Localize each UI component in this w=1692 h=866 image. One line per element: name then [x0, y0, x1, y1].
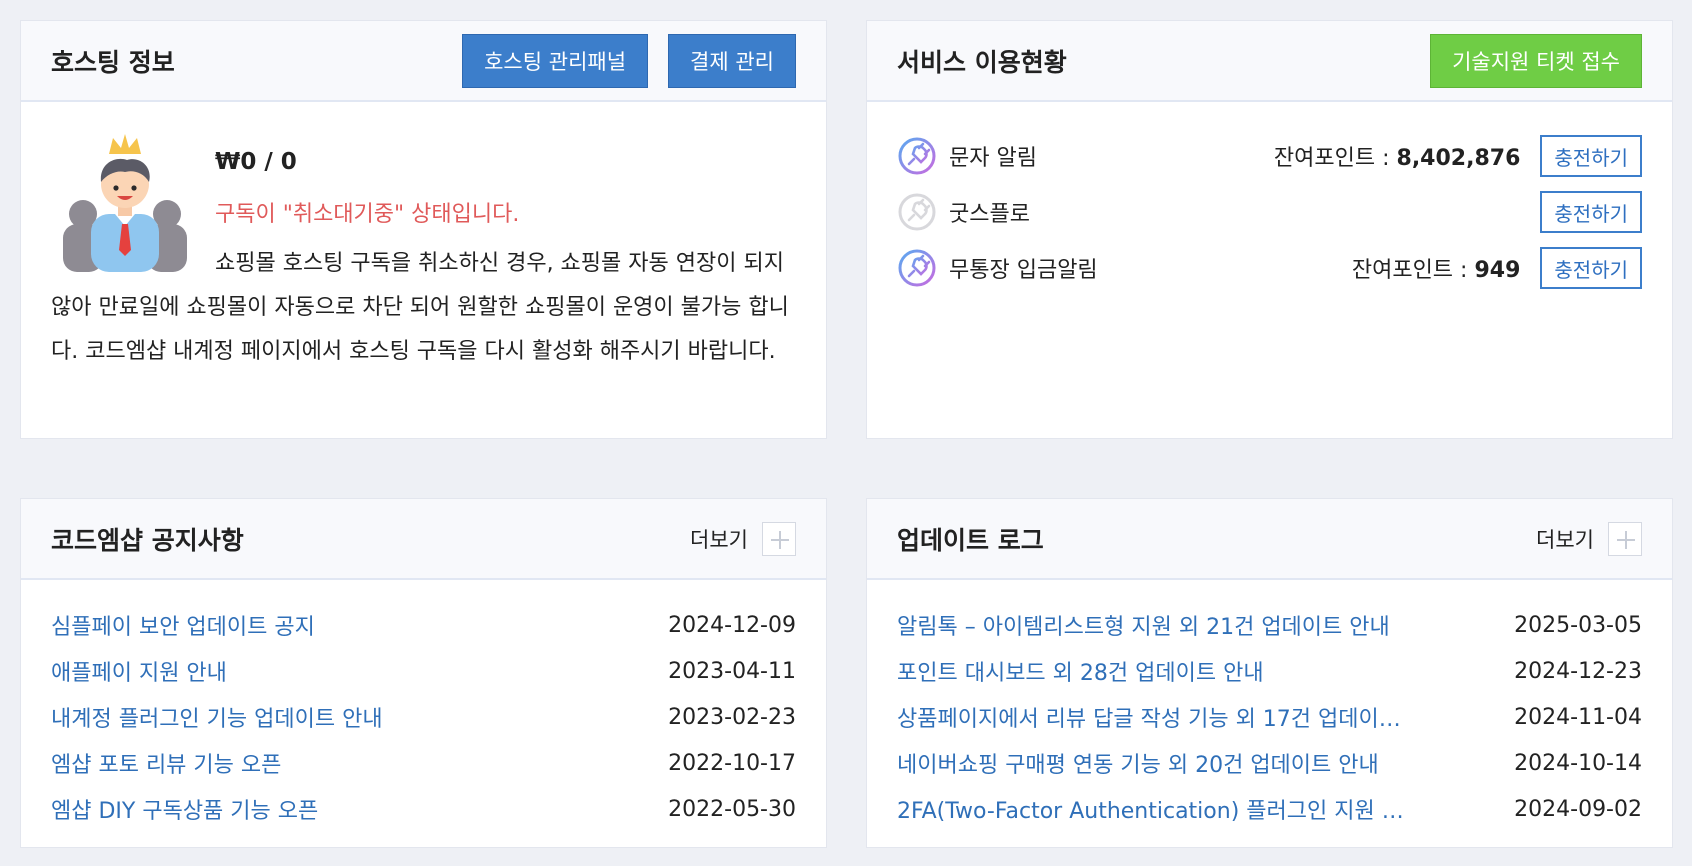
- notice-date: 2022-05-30: [668, 796, 796, 822]
- hosting-info-header: 호스팅 정보 호스팅 관리패널 결제 관리: [21, 21, 826, 102]
- update-link[interactable]: 알림톡 – 아이템리스트형 지원 외 21건 업데이트 안내: [897, 609, 1390, 641]
- notice-link[interactable]: 애플페이 지원 안내: [51, 655, 227, 687]
- hosting-info-panel: 호스팅 정보 호스팅 관리패널 결제 관리 ₩0 / 0 구독이 "취소대기중"…: [20, 20, 827, 439]
- notice-date: 2023-04-11: [668, 658, 796, 684]
- update-more-link[interactable]: 더보기: [1536, 521, 1642, 556]
- more-label: 더보기: [690, 527, 748, 552]
- service-status-title: 서비스 이용현황: [897, 47, 1067, 77]
- hosting-info-body: ₩0 / 0 구독이 "취소대기중" 상태입니다. 쇼핑몰 호스팅 구독을 취소…: [21, 102, 826, 374]
- update-date: 2024-12-23: [1514, 658, 1642, 684]
- service-status-panel: 서비스 이용현황 기술지원 티켓 접수 문자 알림 잔여포인트 : 8,402,…: [866, 20, 1673, 439]
- service-list: 문자 알림 잔여포인트 : 8,402,876 충전하기 굿스플로 충전하기 무…: [867, 102, 1672, 296]
- update-link[interactable]: 포인트 대시보드 외 28건 업데이트 안내: [897, 655, 1264, 687]
- notice-list: 심플페이 보안 업데이트 공지 2024-12-09 애플페이 지원 안내 20…: [21, 580, 826, 832]
- update-date: 2024-09-02: [1514, 796, 1642, 822]
- update-date: 2024-10-14: [1514, 750, 1642, 776]
- notice-link[interactable]: 심플페이 보안 업데이트 공지: [51, 609, 315, 641]
- notice-header: 코드엠샵 공지사항 더보기: [21, 499, 826, 580]
- notice-link[interactable]: 엠샵 포토 리뷰 기능 오픈: [51, 747, 281, 779]
- notice-title: 코드엠샵 공지사항: [51, 525, 244, 555]
- service-name: 무통장 입금알림: [949, 258, 1098, 283]
- notice-date: 2024-12-09: [668, 612, 796, 638]
- list-item: 애플페이 지원 안내 2023-04-11: [51, 648, 796, 694]
- notice-panel: 코드엠샵 공지사항 더보기 심플페이 보안 업데이트 공지 2024-12-09…: [20, 498, 827, 848]
- list-item: 내계정 플러그인 기능 업데이트 안내 2023-02-23: [51, 694, 796, 740]
- service-name: 문자 알림: [949, 146, 1037, 171]
- update-date: 2025-03-05: [1514, 612, 1642, 638]
- service-remaining-points: 잔여포인트 : 949: [1351, 258, 1521, 283]
- billing-manage-button[interactable]: 결제 관리: [668, 33, 796, 88]
- more-label: 더보기: [1536, 527, 1594, 552]
- update-link[interactable]: 2FA(Two-Factor Authentication) 플러그인 지원 …: [897, 793, 1404, 825]
- notice-more-link[interactable]: 더보기: [690, 521, 796, 556]
- update-log-title: 업데이트 로그: [897, 525, 1044, 555]
- notice-date: 2022-10-17: [668, 750, 796, 776]
- service-item-goodsflow: 굿스플로 충전하기: [897, 184, 1642, 240]
- plug-icon: [898, 193, 936, 231]
- update-list: 알림톡 – 아이템리스트형 지원 외 21건 업데이트 안내 2025-03-0…: [867, 580, 1672, 832]
- service-remaining-points: 잔여포인트 : 8,402,876: [1273, 146, 1521, 171]
- list-item: 엠샵 포토 리뷰 기능 오픈 2022-10-17: [51, 740, 796, 786]
- update-log-panel: 업데이트 로그 더보기 알림톡 – 아이템리스트형 지원 외 21건 업데이트 …: [866, 498, 1673, 848]
- list-item: 네이버쇼핑 구매평 연동 기능 외 20건 업데이트 안내 2024-10-14: [897, 740, 1642, 786]
- charge-button[interactable]: 충전하기: [1540, 247, 1642, 289]
- service-name: 굿스플로: [949, 202, 1030, 227]
- notice-link[interactable]: 엠샵 DIY 구독상품 기능 오픈: [51, 793, 318, 825]
- list-item: 상품페이지에서 리뷰 답글 작성 기능 외 17건 업데이… 2024-11-0…: [897, 694, 1642, 740]
- list-item: 엠샵 DIY 구독상품 기능 오픈 2022-05-30: [51, 786, 796, 832]
- user-avatar-icon: [63, 134, 187, 272]
- service-status-header: 서비스 이용현황 기술지원 티켓 접수: [867, 21, 1672, 102]
- update-date: 2024-11-04: [1514, 704, 1642, 730]
- plug-icon: [898, 249, 936, 287]
- list-item: 2FA(Two-Factor Authentication) 플러그인 지원 ……: [897, 786, 1642, 832]
- plug-icon: [898, 137, 936, 175]
- hosting-info-title: 호스팅 정보: [51, 47, 175, 77]
- list-item: 알림톡 – 아이템리스트형 지원 외 21건 업데이트 안내 2025-03-0…: [897, 602, 1642, 648]
- update-log-header: 업데이트 로그 더보기: [867, 499, 1672, 580]
- hosting-actions: 호스팅 관리패널 결제 관리: [462, 33, 796, 88]
- support-ticket-button[interactable]: 기술지원 티켓 접수: [1430, 33, 1642, 88]
- plus-icon[interactable]: [1608, 521, 1642, 556]
- hosting-manage-panel-button[interactable]: 호스팅 관리패널: [462, 33, 649, 88]
- service-item-sms: 문자 알림 잔여포인트 : 8,402,876 충전하기: [897, 128, 1642, 184]
- update-link[interactable]: 상품페이지에서 리뷰 답글 작성 기능 외 17건 업데이…: [897, 701, 1401, 733]
- notice-link[interactable]: 내계정 플러그인 기능 업데이트 안내: [51, 701, 383, 733]
- notice-date: 2023-02-23: [668, 704, 796, 730]
- list-item: 포인트 대시보드 외 28건 업데이트 안내 2024-12-23: [897, 648, 1642, 694]
- charge-button[interactable]: 충전하기: [1540, 191, 1642, 233]
- charge-button[interactable]: 충전하기: [1540, 135, 1642, 177]
- plus-icon[interactable]: [762, 521, 796, 556]
- service-item-deposit-alert: 무통장 입금알림 잔여포인트 : 949 충전하기: [897, 240, 1642, 296]
- update-link[interactable]: 네이버쇼핑 구매평 연동 기능 외 20건 업데이트 안내: [897, 747, 1379, 779]
- list-item: 심플페이 보안 업데이트 공지 2024-12-09: [51, 602, 796, 648]
